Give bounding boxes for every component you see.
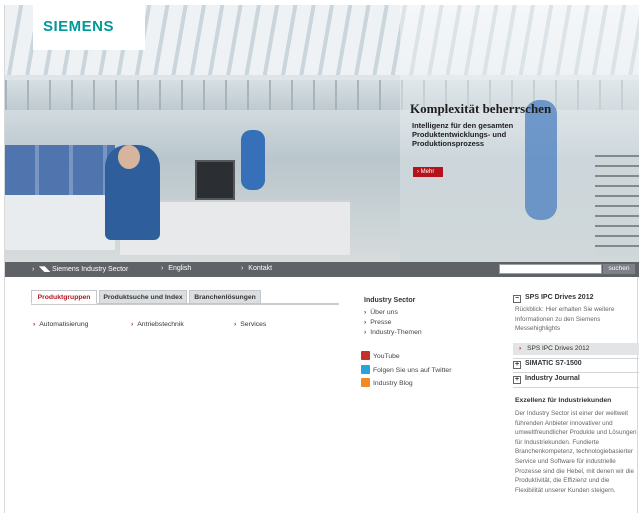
nav-item-label: English (168, 265, 192, 272)
hero-title: Komplexität beherrschen (410, 101, 552, 116)
arrow-icon: › (32, 266, 35, 273)
hero-more-label: Mehr (420, 169, 435, 175)
divider (513, 358, 639, 359)
category-label: Antriebstechnik (137, 321, 184, 328)
arrow-icon: › (161, 265, 164, 272)
chevron-right-icon: › (519, 345, 522, 352)
link-label: Presse (370, 319, 392, 326)
exzellenz-text: Der Industry Sector ist einer der weltwe… (515, 410, 637, 494)
hero-banner[interactable]: SIEMENS Komplexität beherrschen Intellig… (5, 5, 639, 262)
tab-produktsuche[interactable]: Produktsuche und Index (99, 290, 187, 304)
box-title: SPS IPC Drives 2012 (525, 294, 594, 301)
twitter-icon (361, 365, 370, 374)
link-label: Industry-Themen (370, 329, 422, 336)
plus-icon: + (513, 376, 521, 384)
nav-item-label: Siemens Industry Sector (52, 266, 129, 273)
link-label: YouTube (373, 353, 400, 360)
nav-item-kontakt[interactable]: › Kontakt (241, 265, 272, 272)
siemens-sector-icon: ◥◣ (39, 266, 51, 273)
link-ueber-uns[interactable]: › Über uns (364, 309, 398, 316)
link-label: Über uns (370, 309, 398, 316)
industry-sector-title: Industry Sector (364, 297, 416, 304)
chevron-right-icon: › (364, 309, 367, 316)
tab-branchenloesungen[interactable]: Branchenlösungen (189, 290, 261, 304)
link-presse[interactable]: › Presse (364, 319, 391, 326)
search-button[interactable]: suchen (603, 264, 635, 274)
chevron-right-icon: › (364, 319, 367, 326)
box-sps-ipc-drives[interactable]: − SPS IPC Drives 2012 (513, 294, 594, 303)
link-youtube[interactable]: YouTube (361, 351, 400, 360)
hero-worker (241, 130, 265, 190)
hero-machines-base (5, 195, 115, 250)
link-twitter[interactable]: Folgen Sie uns auf Twitter (361, 365, 451, 374)
arrow-icon: › (241, 265, 244, 272)
hero-rack (595, 155, 639, 255)
nav-item-label: Kontakt (248, 265, 273, 272)
logo-text: SIEMENS (43, 18, 115, 35)
youtube-icon (361, 351, 370, 360)
minus-icon: − (513, 295, 521, 303)
box-title: SIMATIC S7-1500 (525, 360, 582, 367)
chevron-right-icon: › (234, 321, 237, 328)
link-label: Folgen Sie uns auf Twitter (373, 367, 452, 374)
category-automatisierung[interactable]: › Automatisierung (33, 321, 88, 328)
nav-item-sector[interactable]: › ◥◣ Siemens Industry Sector (32, 265, 128, 273)
exzellenz-title: Exzellenz für Industriekunden (515, 397, 612, 404)
rss-icon (361, 378, 370, 387)
tab-produktgruppen[interactable]: Produktgruppen (31, 290, 97, 304)
link-blog[interactable]: Industry Blog (361, 378, 413, 387)
chevron-right-icon: › (364, 329, 367, 336)
category-label: Services (240, 321, 267, 328)
siemens-logo[interactable]: SIEMENS (33, 5, 145, 50)
hero-person-head (118, 145, 140, 169)
link-sps-ipc-drives[interactable]: › SPS IPC Drives 2012 (513, 343, 639, 355)
search-input[interactable] (499, 264, 602, 274)
category-services[interactable]: › Services (234, 321, 266, 328)
hero-monitor (195, 160, 235, 200)
category-antriebstechnik[interactable]: › Antriebstechnik (131, 321, 184, 328)
divider (513, 372, 639, 373)
nav-item-english[interactable]: › English (161, 265, 191, 272)
divider (513, 387, 639, 388)
box-title: Industry Journal (525, 375, 580, 382)
tab-bar: Produktgruppen Produktsuche und Index Br… (31, 290, 339, 305)
box-industry-journal[interactable]: + Industry Journal (513, 375, 580, 384)
chevron-right-icon: › (417, 169, 419, 175)
box-sps-text: Rückblick: Hier erhalten Sie weitere Inf… (515, 306, 615, 333)
page: SIEMENS Komplexität beherrschen Intellig… (4, 5, 639, 513)
chevron-right-icon: › (33, 321, 36, 328)
plus-icon: + (513, 361, 521, 369)
box-simatic[interactable]: + SIMATIC S7-1500 (513, 360, 582, 369)
link-label: SPS IPC Drives 2012 (527, 345, 590, 352)
hero-more-button[interactable]: › Mehr (413, 167, 443, 177)
chevron-right-icon: › (131, 321, 134, 328)
category-label: Automatisierung (39, 321, 89, 328)
link-industry-themen[interactable]: › Industry-Themen (364, 329, 422, 336)
hero-worker-right (525, 100, 557, 220)
hero-subtitle: Intelligenz für den gesamten Produktentw… (412, 121, 514, 148)
link-label: Industry Blog (373, 380, 413, 387)
